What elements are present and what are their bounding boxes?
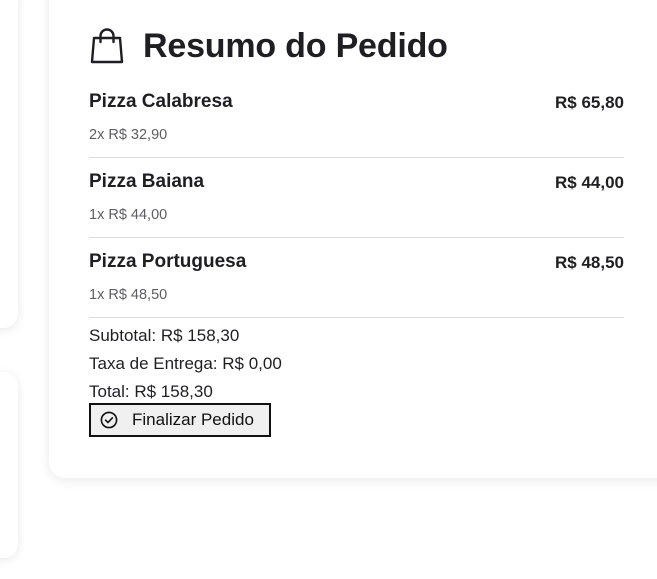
total-text: Total: R$ 158,30 <box>89 382 213 401</box>
subtotal-text: Subtotal: R$ 158,30 <box>89 326 240 345</box>
item-name: Pizza Portuguesa <box>89 251 247 272</box>
item-quantity-price: 2x R$ 32,90 <box>89 127 168 143</box>
item-divider <box>89 237 624 238</box>
item-quantity-price: 1x R$ 44,00 <box>89 207 168 223</box>
order-totals: Subtotal: R$ 158,30 Taxa de Entrega: R$ … <box>89 322 282 406</box>
shopping-bag-icon <box>89 27 125 65</box>
item-divider <box>89 317 624 318</box>
finalize-order-label: Finalizar Pedido <box>132 410 254 429</box>
item-name: Pizza Baiana <box>89 171 205 192</box>
order-summary-header: Resumo do Pedido <box>89 24 448 68</box>
check-circle-icon <box>100 411 118 429</box>
left-panel-card <box>0 0 18 328</box>
item-name: Pizza Calabresa <box>89 91 233 112</box>
finalize-order-button[interactable]: Finalizar Pedido <box>89 403 271 437</box>
order-item: Pizza Calabresa R$ 65,80 2x R$ 32,90 <box>89 91 624 171</box>
item-divider <box>89 157 624 158</box>
order-item: Pizza Portuguesa R$ 48,50 1x R$ 48,50 <box>89 251 624 331</box>
order-item: Pizza Baiana R$ 44,00 1x R$ 44,00 <box>89 171 624 251</box>
delivery-fee-text: Taxa de Entrega: R$ 0,00 <box>89 354 282 373</box>
item-total: R$ 44,00 <box>555 173 624 192</box>
item-total: R$ 65,80 <box>555 93 624 112</box>
item-total: R$ 48,50 <box>555 253 624 272</box>
order-summary-title: Resumo do Pedido <box>143 26 448 65</box>
left-panel-card-secondary <box>0 372 18 558</box>
order-summary-card: Resumo do Pedido Pizza Calabresa R$ 65,8… <box>49 0 657 478</box>
item-quantity-price: 1x R$ 48,50 <box>89 287 168 303</box>
